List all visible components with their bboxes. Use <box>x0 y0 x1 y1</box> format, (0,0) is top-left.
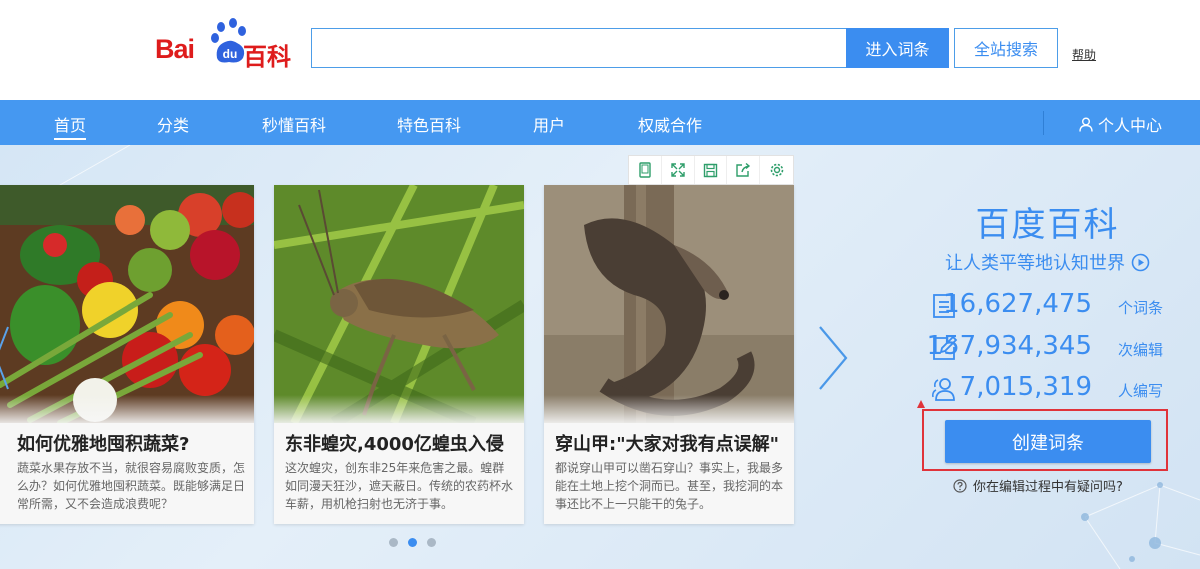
image-toolbar <box>628 155 794 185</box>
stat-edits-value: 157,934,345 <box>926 331 1092 361</box>
carousel-card[interactable]: 东非蝗灾,4000亿蝗虫入侵 这次蝗灾，创东非25年来危害之最。蝗群如同漫天狂沙… <box>274 185 524 524</box>
carousel-dot[interactable] <box>427 538 436 547</box>
card-description: 蔬菜水果存放不当，就很容易腐败变质，怎么办？如何优雅地囤积蔬菜。既能够满足日常所… <box>17 461 246 511</box>
card-title: 如何优雅地囤积蔬菜? <box>17 434 190 455</box>
logo-bai-text: Bai <box>155 34 195 64</box>
vegetables-image <box>0 185 254 423</box>
carousel-prev-arrow-icon[interactable] <box>0 325 12 391</box>
main-nav: 首页 分类 秒懂百科 特色百科 用户 权威合作 个人中心 <box>0 100 1200 145</box>
annotation-marker <box>917 400 925 408</box>
carousel-next-arrow-icon[interactable] <box>816 325 852 391</box>
panel-title: 百度百科 <box>975 205 1120 245</box>
locust-image <box>274 185 524 423</box>
help-link[interactable]: 帮助 <box>1072 46 1096 63</box>
play-icon[interactable] <box>1131 253 1150 272</box>
nav-item-featured[interactable]: 特色百科 <box>397 112 461 136</box>
stat-edits: 157,934,345 次编辑 <box>926 331 1168 365</box>
svg-text:du: du <box>223 47 238 61</box>
user-icon <box>1079 117 1093 132</box>
nav-item-category[interactable]: 分类 <box>157 112 189 136</box>
carousel-dot[interactable] <box>389 538 398 547</box>
stat-editors-unit: 人编写 <box>1118 382 1164 400</box>
baidu-baike-logo[interactable]: Bai du 百科 <box>155 18 295 71</box>
locust-image-art <box>274 185 524 423</box>
editing-help-text: 你在编辑过程中有疑问吗? <box>973 480 1123 495</box>
carousel-card[interactable]: 穿山甲:"大家对我有点误解" 都说穿山甲可以凿石穿山？事实上，我最多能在土地上挖… <box>544 185 794 524</box>
card-description: 这次蝗灾，创东非25年来危害之最。蝗群如同漫天狂沙，遮天蔽日。传统的农药杯水车薪… <box>285 461 514 511</box>
stat-entries-unit: 个词条 <box>1118 299 1164 317</box>
stat-edits-unit: 次编辑 <box>1118 341 1164 359</box>
carousel-card[interactable]: 如何优雅地囤积蔬菜? 蔬菜水果存放不当，就很容易腐败变质，怎么办？如何优雅地囤积… <box>0 185 254 524</box>
search-input[interactable] <box>311 28 847 68</box>
card-description: 都说穿山甲可以凿石穿山？事实上，我最多能在土地上挖个洞而已。甚至，我挖洞的本事还… <box>555 461 784 511</box>
stat-entries-value: 16,627,475 <box>943 289 1092 319</box>
nav-item-home[interactable]: 首页 <box>54 112 87 140</box>
pangolin-image-art <box>544 185 794 423</box>
panel-slogan[interactable]: 让人类平等地认知世界 <box>945 249 1150 275</box>
nav-item-users[interactable]: 用户 <box>533 112 565 136</box>
nav-divider <box>1043 111 1044 135</box>
card-title: 东非蝗灾,4000亿蝗虫入侵 <box>285 434 504 455</box>
user-center-link[interactable]: 个人中心 <box>1079 112 1162 136</box>
tablet-icon[interactable] <box>629 156 662 184</box>
card-title: 穿山甲:"大家对我有点误解" <box>555 434 779 455</box>
vegetables-image-art <box>0 185 254 423</box>
create-entry-button[interactable]: 创建词条 <box>945 420 1151 463</box>
editing-help-link[interactable]: 你在编辑过程中有疑问吗? <box>953 476 1123 495</box>
pangolin-image <box>544 185 794 423</box>
fullscreen-icon[interactable] <box>662 156 695 184</box>
user-center-label: 个人中心 <box>1098 116 1163 135</box>
save-icon[interactable] <box>695 156 728 184</box>
share-icon[interactable] <box>727 156 761 184</box>
settings-icon[interactable] <box>760 156 793 184</box>
site-search-button[interactable]: 全站搜索 <box>954 28 1058 68</box>
stat-editors-value: 7,015,319 <box>959 372 1092 402</box>
header: Bai du 百科 进入词条 全站搜索 帮助 <box>0 0 1200 100</box>
logo-baike-text: 百科 <box>243 43 291 71</box>
users-icon <box>932 378 955 401</box>
carousel-dot-active[interactable] <box>408 538 417 547</box>
stat-editors: 7,015,319 人编写 <box>928 372 1168 406</box>
slogan-text: 让人类平等地认知世界 <box>945 253 1125 274</box>
nav-item-miaodong[interactable]: 秒懂百科 <box>262 112 326 136</box>
nav-item-authority[interactable]: 权威合作 <box>638 112 702 136</box>
stat-entries: 16,627,475 个词条 <box>928 289 1168 323</box>
question-icon <box>953 478 967 493</box>
enter-entry-button[interactable]: 进入词条 <box>846 28 949 68</box>
main-area: 如何优雅地囤积蔬菜? 蔬菜水果存放不当，就很容易腐败变质，怎么办？如何优雅地囤积… <box>0 145 1200 569</box>
